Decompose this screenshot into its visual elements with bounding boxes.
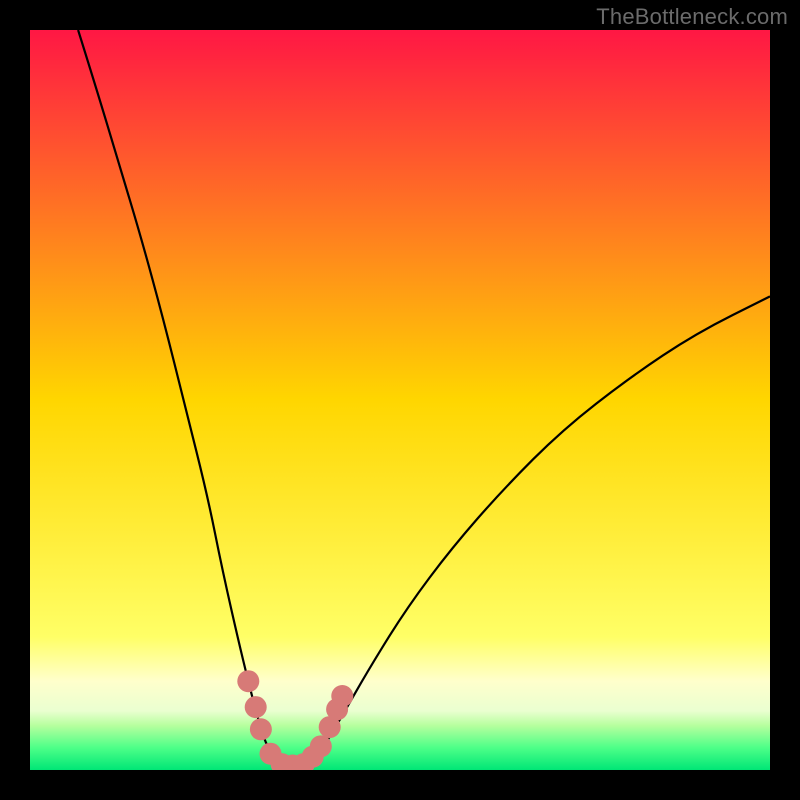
chart-svg xyxy=(30,30,770,770)
gradient-background xyxy=(30,30,770,770)
salmon-marker xyxy=(250,718,272,740)
salmon-marker xyxy=(331,685,353,707)
salmon-marker xyxy=(245,696,267,718)
plot-area xyxy=(30,30,770,770)
chart-frame: TheBottleneck.com xyxy=(0,0,800,800)
salmon-marker xyxy=(310,735,332,757)
salmon-marker xyxy=(237,670,259,692)
watermark-text: TheBottleneck.com xyxy=(596,4,788,30)
